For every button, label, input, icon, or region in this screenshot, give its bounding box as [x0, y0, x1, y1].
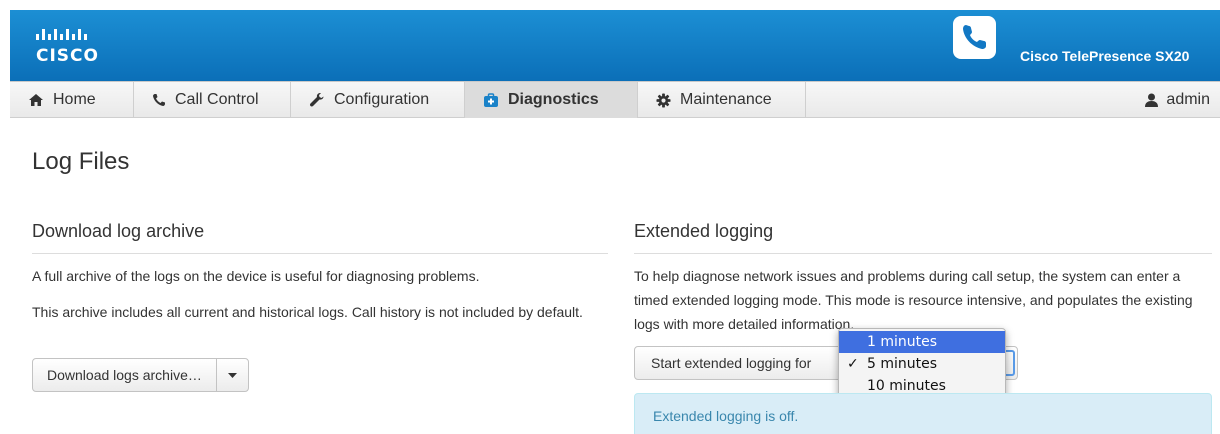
duration-option-1[interactable]: 1 minutes: [839, 331, 1005, 353]
nav-configuration-label: Configuration: [334, 91, 430, 108]
download-description-1: A full archive of the logs on the device…: [32, 268, 480, 284]
extended-section-title: Extended logging: [634, 221, 774, 241]
extended-logging-select-label: Start extended logging for: [651, 355, 812, 371]
duration-dropdown: 1 minutes ✓ 5 minutes 10 minutes: [838, 328, 1006, 400]
download-logs-button-group: Download logs archive…: [32, 358, 249, 392]
gear-icon: [656, 92, 671, 108]
download-options-button[interactable]: [217, 359, 248, 391]
nav-maintenance[interactable]: Maintenance: [638, 82, 806, 118]
extended-description: To help diagnose network issues and prob…: [634, 268, 1193, 332]
nav-home[interactable]: Home: [10, 82, 134, 118]
download-description-2: This archive includes all current and hi…: [32, 304, 583, 320]
page-title: Log Files: [32, 148, 130, 175]
duration-option-label: 1 minutes: [867, 334, 938, 350]
nav-call-control[interactable]: Call Control: [134, 82, 291, 118]
user-menu[interactable]: admin: [1145, 82, 1210, 118]
nav-call-control-label: Call Control: [175, 91, 259, 108]
duration-option-label: 5 minutes: [867, 356, 938, 372]
nav-home-label: Home: [53, 91, 96, 108]
product-name: Cisco TelePresence SX20: [1020, 48, 1190, 64]
user-name: admin: [1166, 91, 1210, 108]
top-header: CISCO Cisco TelePresence SX20: [10, 10, 1220, 81]
phone-icon: [153, 94, 165, 106]
main-nav: Home Call Control Configuration Diagnost…: [10, 81, 1220, 118]
wrench-icon: [309, 93, 324, 107]
cisco-logo: CISCO: [36, 24, 116, 68]
user-icon: [1145, 93, 1159, 107]
duration-option-label: 10 minutes: [867, 378, 946, 394]
brand-text: CISCO: [36, 46, 99, 66]
nav-diagnostics-label: Diagnostics: [508, 91, 599, 108]
caret-down-icon: [227, 372, 237, 378]
home-icon: [29, 94, 43, 106]
download-logs-button[interactable]: Download logs archive…: [33, 359, 217, 391]
duration-option-5[interactable]: ✓ 5 minutes: [839, 353, 1005, 375]
checkmark-icon: ✓: [847, 356, 859, 372]
download-divider: [32, 253, 608, 254]
extended-divider: [634, 253, 1212, 254]
medkit-icon: [484, 92, 498, 107]
nav-configuration[interactable]: Configuration: [291, 82, 465, 118]
nav-diagnostics[interactable]: Diagnostics: [465, 82, 638, 118]
download-section-title: Download log archive: [32, 221, 205, 241]
extended-logging-status: Extended logging is off.: [634, 393, 1212, 434]
phone-icon: [953, 16, 996, 59]
nav-maintenance-label: Maintenance: [680, 91, 772, 108]
